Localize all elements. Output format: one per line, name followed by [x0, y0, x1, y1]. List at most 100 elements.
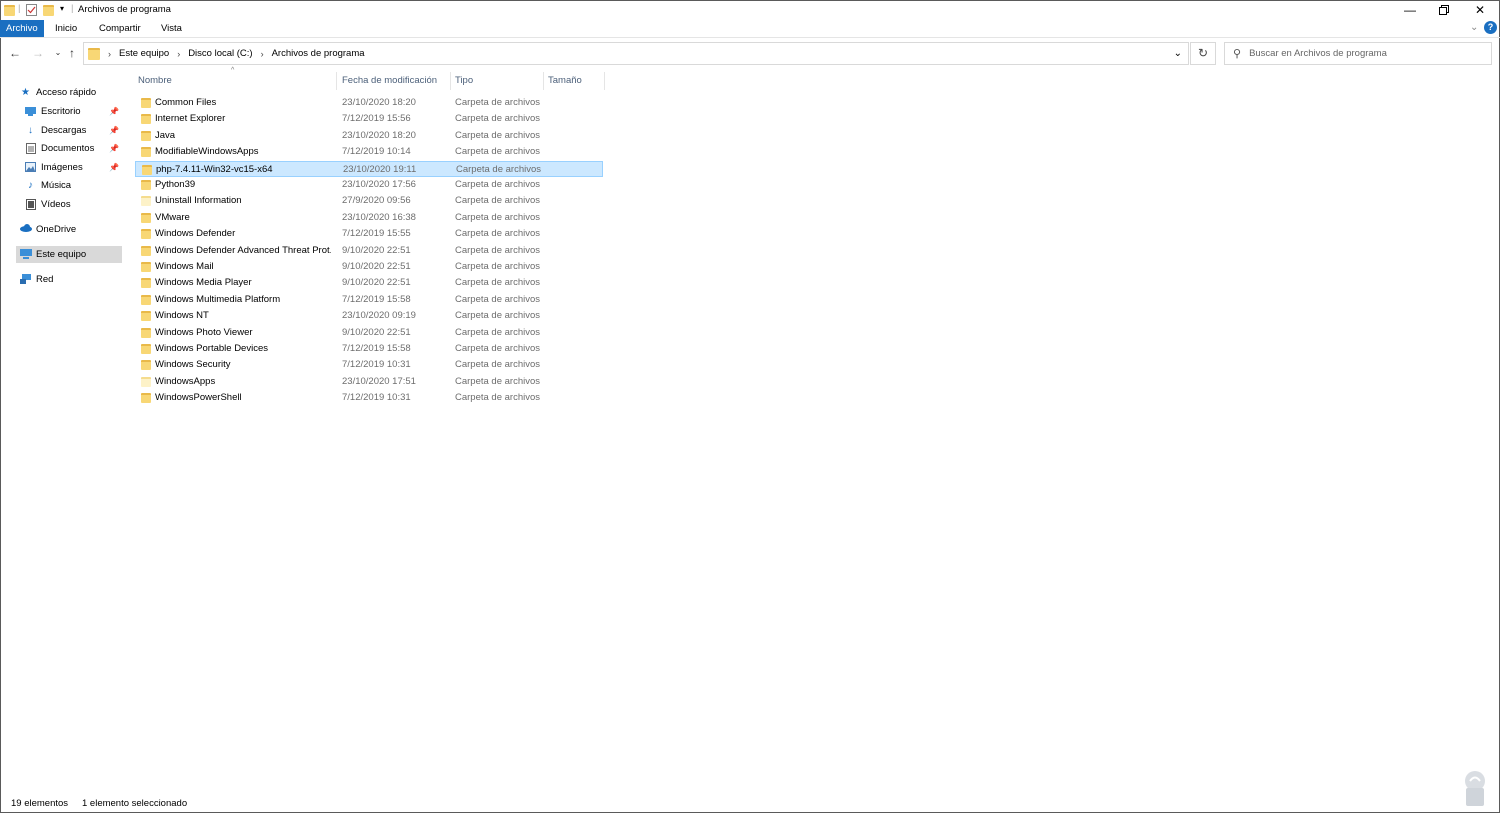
- forward-icon[interactable]: →: [30, 45, 46, 61]
- folder-icon: [141, 196, 151, 207]
- file-date: 23/10/2020 18:20: [342, 97, 416, 108]
- sidebar-item-red[interactable]: Red: [20, 271, 122, 288]
- file-row[interactable]: Windows NT 23/10/2020 09:19 Carpeta de arc…: [135, 308, 603, 324]
- file-row[interactable]: Windows Photo Viewer 9/10/2020 22:51 Carpe…: [135, 325, 603, 341]
- column-header-fecha[interactable]: Fecha de modificación: [339, 72, 451, 90]
- sidebar-item-imagenes[interactable]: Imágenes 📌: [25, 159, 122, 176]
- file-row[interactable]: Java 23/10/2020 18:20 Carpeta de archivos: [135, 128, 603, 144]
- properties-icon[interactable]: [26, 3, 37, 17]
- file-name[interactable]: Common Files: [155, 96, 331, 110]
- file-date: 7/12/2019 15:56: [342, 113, 411, 125]
- folder-icon: [141, 360, 151, 371]
- help-icon[interactable]: ?: [1484, 21, 1497, 34]
- file-name[interactable]: Windows Defender Advanced Threat Prot...: [155, 244, 331, 258]
- pin-icon[interactable]: 📌: [109, 107, 119, 116]
- sidebar-item-videos[interactable]: Vídeos: [25, 196, 122, 213]
- breadcrumb-archivos-de-programa[interactable]: Archivos de programa: [272, 48, 365, 59]
- sidebar-item-musica[interactable]: ♪ Música: [25, 177, 122, 194]
- chevron-right-icon[interactable]: ›: [177, 49, 180, 59]
- folder-icon: [141, 311, 151, 322]
- file-row[interactable]: VMware 23/10/2020 16:38 Carpeta de archivo…: [135, 210, 603, 226]
- chevron-right-icon[interactable]: ›: [261, 49, 264, 59]
- file-name[interactable]: Windows Media Player: [155, 276, 331, 290]
- file-name[interactable]: Windows Multimedia Platform: [155, 293, 331, 307]
- file-name[interactable]: Internet Explorer: [155, 112, 331, 126]
- file-name[interactable]: Windows Photo Viewer: [155, 326, 331, 340]
- file-row[interactable]: Windows Security 7/12/2019 10:31 Carpeta d…: [135, 357, 603, 373]
- file-name[interactable]: WindowsPowerShell: [155, 391, 331, 405]
- column-header-nombre[interactable]: Nombre: [135, 72, 337, 90]
- file-name[interactable]: Windows Mail: [155, 260, 331, 274]
- file-name[interactable]: Python39: [155, 178, 331, 192]
- file-row[interactable]: Windows Multimedia Platform 7/12/2019 15:…: [135, 292, 603, 308]
- expand-ribbon-icon[interactable]: ⌄: [1470, 22, 1478, 33]
- videos-icon: [25, 199, 36, 210]
- file-name[interactable]: Windows Security: [155, 358, 331, 372]
- restore-icon[interactable]: [1426, 0, 1462, 20]
- file-row[interactable]: ModifiableWindowsApps 7/12/2019 10:14 Carp…: [135, 144, 603, 160]
- breadcrumb-este-equipo[interactable]: Este equipo: [119, 48, 169, 59]
- file-row[interactable]: php-7.4.11-Win32-vc15-x64 23/10/2020 19:1…: [135, 160, 603, 177]
- customize-quick-access-icon[interactable]: ▾: [60, 4, 64, 13]
- file-name[interactable]: ModifiableWindowsApps: [155, 145, 331, 159]
- file-name[interactable]: WindowsApps: [155, 375, 331, 389]
- back-icon[interactable]: ←: [7, 45, 23, 61]
- folder-icon: [141, 147, 151, 158]
- cloud-icon: [20, 224, 32, 235]
- tab-compartir[interactable]: Compartir: [93, 20, 147, 37]
- new-folder-icon[interactable]: [43, 3, 54, 17]
- sidebar-item-escritorio[interactable]: Escritorio 📌: [25, 103, 122, 120]
- file-name[interactable]: Windows NT: [155, 309, 331, 323]
- folder-icon: [141, 212, 151, 223]
- file-name[interactable]: php-7.4.11-Win32-vc15-x64: [156, 163, 332, 177]
- watermark-logo-icon: [1460, 770, 1490, 808]
- pin-icon[interactable]: 📌: [109, 144, 119, 153]
- close-icon[interactable]: ✕: [1462, 0, 1498, 20]
- chevron-down-icon[interactable]: ⌄: [1174, 48, 1182, 59]
- refresh-icon[interactable]: ↻: [1190, 42, 1216, 65]
- address-bar[interactable]: › Este equipo › Disco local (C:) › Archi…: [83, 42, 1189, 65]
- file-name[interactable]: Uninstall Information: [155, 194, 331, 208]
- file-row[interactable]: Windows Portable Devices 7/12/2019 15:58 C…: [135, 341, 603, 357]
- pin-icon[interactable]: 📌: [109, 126, 119, 135]
- folder-icon: [141, 393, 151, 404]
- tab-archivo[interactable]: Archivo: [0, 20, 44, 37]
- file-row[interactable]: Windows Media Player 9/10/2020 22:51 Carpe…: [135, 275, 603, 291]
- file-row[interactable]: Uninstall Information 27/9/2020 09:56 Carp…: [135, 193, 603, 209]
- pin-icon[interactable]: 📌: [109, 163, 119, 172]
- file-type: Carpeta de archivos: [456, 163, 542, 175]
- file-row[interactable]: Windows Defender Advanced Threat Prot...…: [135, 243, 603, 259]
- file-row[interactable]: Common Files 23/10/2020 18:20 Carpeta de a…: [135, 95, 603, 111]
- up-icon[interactable]: ↑: [64, 45, 80, 61]
- column-header-tipo[interactable]: Tipo: [452, 72, 544, 90]
- tab-inicio[interactable]: Inicio: [49, 20, 83, 37]
- file-row[interactable]: Windows Mail 9/10/2020 22:51 Carpeta de ar…: [135, 259, 603, 275]
- column-header-tamano[interactable]: Tamaño: [545, 72, 605, 90]
- folder-icon: [141, 327, 151, 338]
- tab-vista[interactable]: Vista: [155, 20, 188, 37]
- sidebar-item-onedrive[interactable]: OneDrive: [20, 221, 122, 238]
- star-icon: ★: [21, 87, 30, 98]
- sidebar-item-documentos[interactable]: Documentos 📌: [25, 140, 122, 157]
- file-row[interactable]: Windows Defender 7/12/2019 15:55 Carpeta d…: [135, 226, 603, 242]
- search-input[interactable]: ⚲ Buscar en Archivos de programa: [1224, 42, 1492, 65]
- file-row[interactable]: Internet Explorer 7/12/2019 15:56 Carpeta …: [135, 111, 603, 127]
- sidebar-item-label: Música: [41, 180, 72, 191]
- file-type: Carpeta de archivos: [455, 343, 541, 354]
- breadcrumb-disco-local[interactable]: Disco local (C:): [188, 48, 252, 59]
- file-name[interactable]: VMware: [155, 211, 331, 225]
- file-row[interactable]: Python39 23/10/2020 17:56 Carpeta de archi…: [135, 177, 603, 193]
- file-date: 7/12/2019 10:31: [342, 392, 411, 404]
- file-name[interactable]: Windows Portable Devices: [155, 342, 331, 356]
- file-type: Carpeta de archivos: [455, 261, 541, 272]
- file-date: 7/12/2019 15:55: [342, 228, 411, 240]
- sidebar-item-descargas[interactable]: ↓ Descargas 📌: [25, 122, 122, 139]
- file-type: Carpeta de archivos: [455, 195, 541, 207]
- file-name[interactable]: Java: [155, 129, 331, 143]
- minimize-icon[interactable]: —: [1392, 0, 1428, 20]
- file-name[interactable]: Windows Defender: [155, 227, 331, 241]
- file-row[interactable]: WindowsPowerShell 7/12/2019 10:31 Carpeta …: [135, 390, 603, 406]
- sidebar-item-este-equipo[interactable]: Este equipo: [16, 246, 122, 263]
- file-row[interactable]: WindowsApps 23/10/2020 17:51 Carpeta de ar…: [135, 374, 603, 390]
- sidebar-item-acceso-rapido[interactable]: ★ Acceso rápido: [20, 84, 122, 101]
